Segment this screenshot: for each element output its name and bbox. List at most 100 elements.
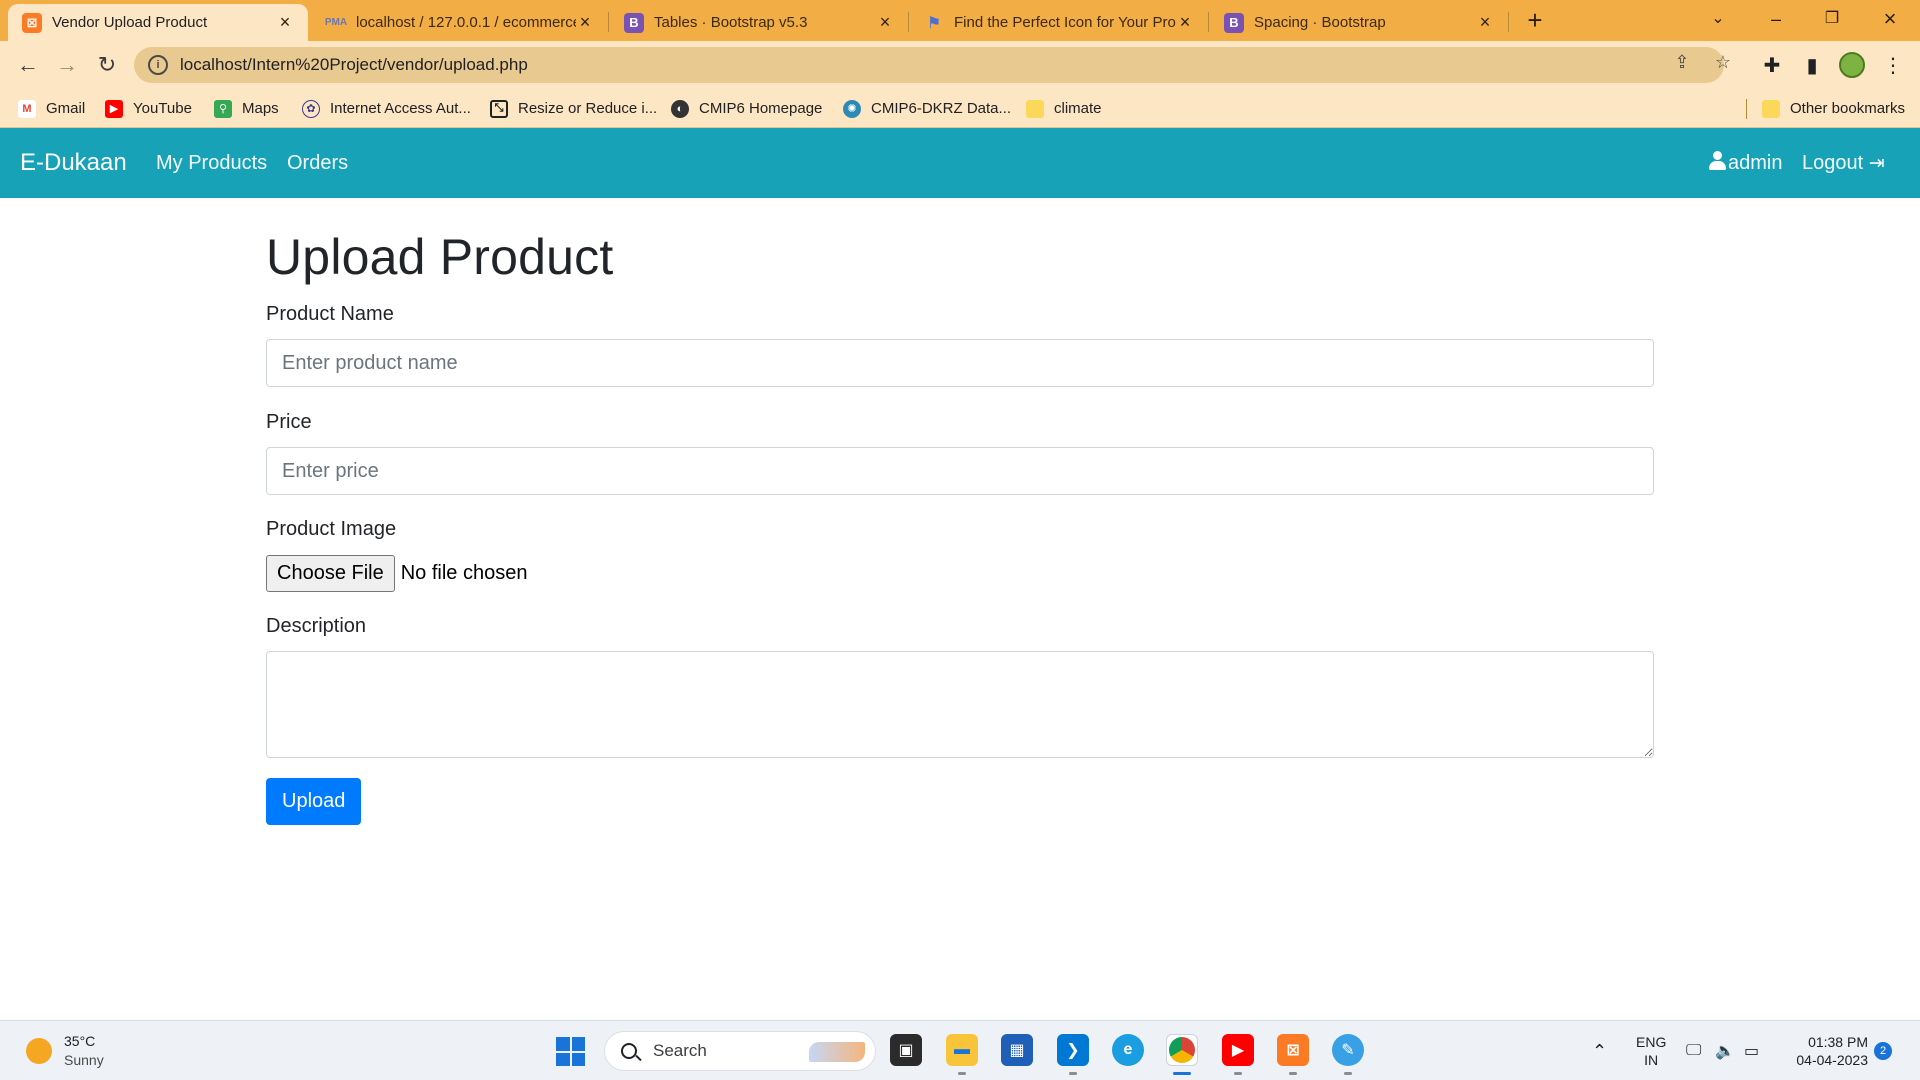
nav-orders[interactable]: Orders	[287, 128, 348, 198]
user-icon	[1709, 151, 1726, 171]
forward-icon[interactable]: →	[51, 49, 83, 81]
bookmarks-separator	[1746, 99, 1747, 119]
phpmyadmin-icon: PMA	[324, 17, 348, 28]
tab-separator	[1508, 12, 1509, 32]
tab-bootstrap-spacing[interactable]: B Spacing · Bootstrap ×	[1210, 4, 1508, 41]
windows-start-icon[interactable]	[556, 1037, 585, 1066]
app-navbar: E-Dukaan My Products Orders admin Logout…	[0, 128, 1920, 198]
bookmark-cmip6[interactable]: ◐ CMIP6 Homepage	[671, 89, 822, 128]
chrome-icon[interactable]	[1166, 1034, 1198, 1066]
youtube-app-icon[interactable]: ▶	[1222, 1034, 1254, 1066]
task-view-icon[interactable]: ▣	[890, 1034, 922, 1066]
username: admin	[1728, 152, 1783, 174]
chrome-logo	[1169, 1037, 1195, 1063]
youtube-icon: ▶	[105, 99, 123, 118]
system-clock[interactable]: 01:38 PM 04-04-2023	[1786, 1033, 1868, 1069]
brand-logo[interactable]: E-Dukaan	[20, 128, 127, 198]
bookmark-maps[interactable]: ⚲ Maps	[214, 89, 279, 128]
url-text[interactable]: localhost/Intern%20Project/vendor/upload…	[180, 55, 528, 75]
bookmark-gmail[interactable]: M Gmail	[18, 89, 85, 128]
bookmark-label: climate	[1054, 100, 1102, 117]
edge-icon[interactable]: e	[1112, 1034, 1144, 1066]
page-title: Upload Product	[266, 229, 614, 285]
product-image-label: Product Image	[266, 518, 397, 540]
tab-bootstrap-tables[interactable]: B Tables · Bootstrap v5.3 ×	[610, 4, 908, 41]
bookmark-star-icon[interactable]: ☆	[1711, 50, 1735, 74]
choose-file-button[interactable]: Choose File	[266, 555, 395, 592]
close-window-icon[interactable]: ×	[1862, 0, 1918, 41]
weather-condition[interactable]: Sunny	[64, 1052, 104, 1068]
close-tab-icon[interactable]: ×	[1476, 12, 1494, 33]
clock-date: 04-04-2023	[1796, 1052, 1868, 1068]
profile-avatar[interactable]	[1839, 52, 1865, 78]
upload-button[interactable]: Upload	[266, 778, 362, 825]
side-panel-icon[interactable]: ▮	[1799, 53, 1825, 79]
bookmark-youtube[interactable]: ▶ YouTube	[105, 89, 192, 128]
close-tab-icon[interactable]: ×	[276, 12, 294, 33]
language-indicator[interactable]: ENG IN	[1636, 1033, 1666, 1069]
nav-my-products[interactable]: My Products	[156, 128, 267, 198]
back-icon[interactable]: ←	[12, 49, 44, 81]
microsoft-store-icon[interactable]: ▦	[1001, 1034, 1033, 1066]
share-icon[interactable]: ⇪	[1670, 50, 1694, 74]
bookmark-label: Gmail	[46, 100, 86, 117]
close-tab-icon[interactable]: ×	[1176, 12, 1194, 33]
price-input[interactable]	[266, 447, 1654, 495]
search-label: Search	[653, 1041, 707, 1060]
xampp-icon: ⊠	[22, 12, 42, 33]
running-indicator	[1344, 1072, 1352, 1075]
user-menu[interactable]: admin	[1709, 128, 1782, 198]
running-indicator-active	[1173, 1072, 1191, 1075]
tab-separator	[608, 12, 609, 32]
vscode-icon[interactable]: ❯	[1057, 1034, 1089, 1066]
description-textarea[interactable]	[266, 651, 1654, 758]
bookmark-climate[interactable]: climate	[1026, 89, 1102, 128]
sun-icon[interactable]	[26, 1038, 52, 1064]
close-tab-icon[interactable]: ×	[876, 12, 894, 33]
tab-phpmyadmin[interactable]: PMA localhost / 127.0.0.1 / ecommerce ×	[312, 4, 608, 41]
paint-icon[interactable]: ✎	[1332, 1034, 1364, 1066]
other-bookmarks[interactable]: Other bookmarks	[1762, 89, 1905, 128]
show-hidden-icons[interactable]: ⌃	[1592, 1021, 1607, 1080]
tab-separator	[908, 12, 909, 32]
product-name-label: Product Name	[266, 303, 394, 325]
bookmark-cmip6-dkrz[interactable]: ✺ CMIP6-DKRZ Data...	[843, 89, 1011, 128]
product-name-input[interactable]	[266, 339, 1654, 387]
minimize-icon[interactable]: –	[1748, 0, 1804, 41]
battery-icon[interactable]: ▭	[1744, 1021, 1759, 1080]
weather-temperature[interactable]: 35°C	[64, 1033, 95, 1049]
xampp-app-icon[interactable]: ⊠	[1277, 1034, 1309, 1066]
site-info-icon[interactable]: i	[148, 55, 168, 75]
new-tab-button[interactable]: +	[1520, 6, 1550, 36]
resize-icon: ⤡	[490, 99, 508, 118]
extensions-icon[interactable]: ✚	[1759, 53, 1785, 79]
tab-vendor-upload[interactable]: ⊠ Vendor Upload Product ×	[8, 4, 308, 41]
network-icon[interactable]: 🖵	[1686, 1021, 1701, 1080]
price-label: Price	[266, 411, 312, 433]
menu-icon[interactable]: ⋮	[1880, 53, 1906, 79]
bookmark-internet-access[interactable]: ✿ Internet Access Aut...	[302, 89, 471, 128]
volume-icon[interactable]: 🔈	[1715, 1021, 1735, 1080]
file-explorer-icon[interactable]: ▬	[946, 1034, 978, 1066]
file-input[interactable]: Choose File No file chosen	[266, 555, 527, 592]
tab-search-icon[interactable]: ⌄	[1690, 0, 1746, 41]
address-bar[interactable]: i localhost/Intern%20Project/vendor/uplo…	[134, 47, 1724, 83]
running-indicator	[1069, 1072, 1077, 1075]
tab-separator	[1208, 12, 1209, 32]
tab-find-icon[interactable]: ⚑ Find the Perfect Icon for Your Pro ×	[910, 4, 1208, 41]
notification-badge[interactable]: 2	[1874, 1042, 1892, 1060]
gmail-icon: M	[18, 99, 36, 118]
bookmark-resize[interactable]: ⤡ Resize or Reduce i...	[490, 89, 657, 128]
bookmarks-bar: M Gmail ▶ YouTube ⚲ Maps ✿ Internet Acce…	[0, 89, 1920, 128]
reload-icon[interactable]: ↻	[91, 49, 123, 81]
tab-title: Vendor Upload Product	[52, 14, 208, 31]
restore-icon[interactable]: ❐	[1804, 0, 1860, 41]
taskbar-search[interactable]: Search	[604, 1031, 876, 1071]
running-indicator	[958, 1072, 966, 1075]
logout-link[interactable]: Logout ⇥	[1802, 128, 1885, 198]
sign-out-icon: ⇥	[1868, 153, 1885, 174]
logout-label: Logout	[1802, 152, 1864, 174]
close-tab-icon[interactable]: ×	[576, 12, 594, 33]
tab-title: localhost / 127.0.0.1 / ecommerce	[356, 14, 576, 31]
bootstrap-icon: B	[624, 12, 644, 33]
